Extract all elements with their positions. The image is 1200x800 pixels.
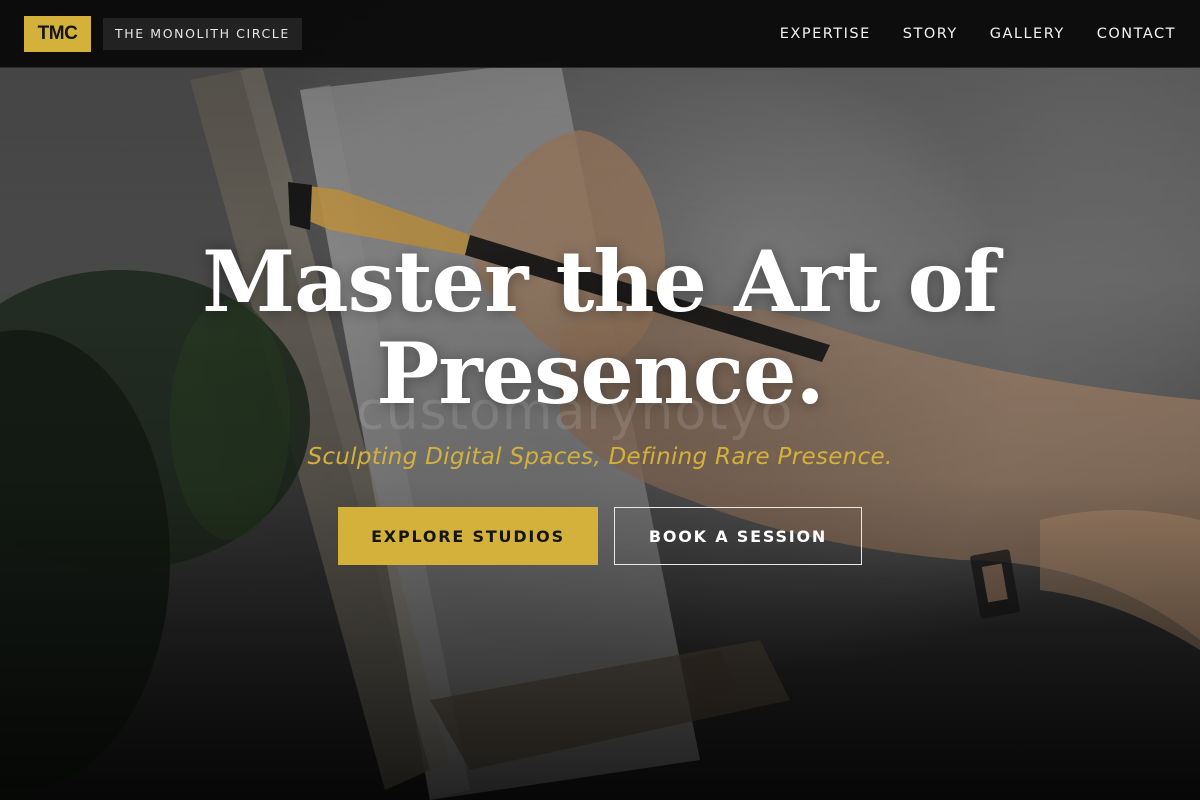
nav-item-story[interactable]: STORY bbox=[903, 26, 958, 42]
hero-subtitle: Sculpting Digital Spaces, Defining Rare … bbox=[307, 444, 893, 470]
hero-headline: Master the Art of Presence. bbox=[0, 236, 1200, 420]
logo[interactable]: TMC bbox=[24, 15, 91, 52]
hero-headline-line-1: Master the Art of bbox=[202, 232, 999, 331]
book-session-button[interactable]: BOOK A SESSION bbox=[614, 507, 862, 565]
main-nav: EXPERTISE STORY GALLERY CONTACT bbox=[780, 26, 1176, 42]
brand-name[interactable]: THE MONOLITH CIRCLE bbox=[103, 17, 302, 50]
hero-headline-line-2: Presence. bbox=[376, 324, 825, 423]
nav-item-expertise[interactable]: EXPERTISE bbox=[780, 26, 871, 42]
nav-item-contact[interactable]: CONTACT bbox=[1097, 26, 1176, 42]
site-header: TMC THE MONOLITH CIRCLE EXPERTISE STORY … bbox=[0, 0, 1200, 68]
explore-studios-button[interactable]: EXPLORE STUDIOS bbox=[338, 507, 598, 565]
hero-cta-group: EXPLORE STUDIOS BOOK A SESSION bbox=[338, 507, 862, 565]
nav-item-gallery[interactable]: GALLERY bbox=[990, 26, 1065, 42]
brand: TMC THE MONOLITH CIRCLE bbox=[24, 15, 302, 52]
